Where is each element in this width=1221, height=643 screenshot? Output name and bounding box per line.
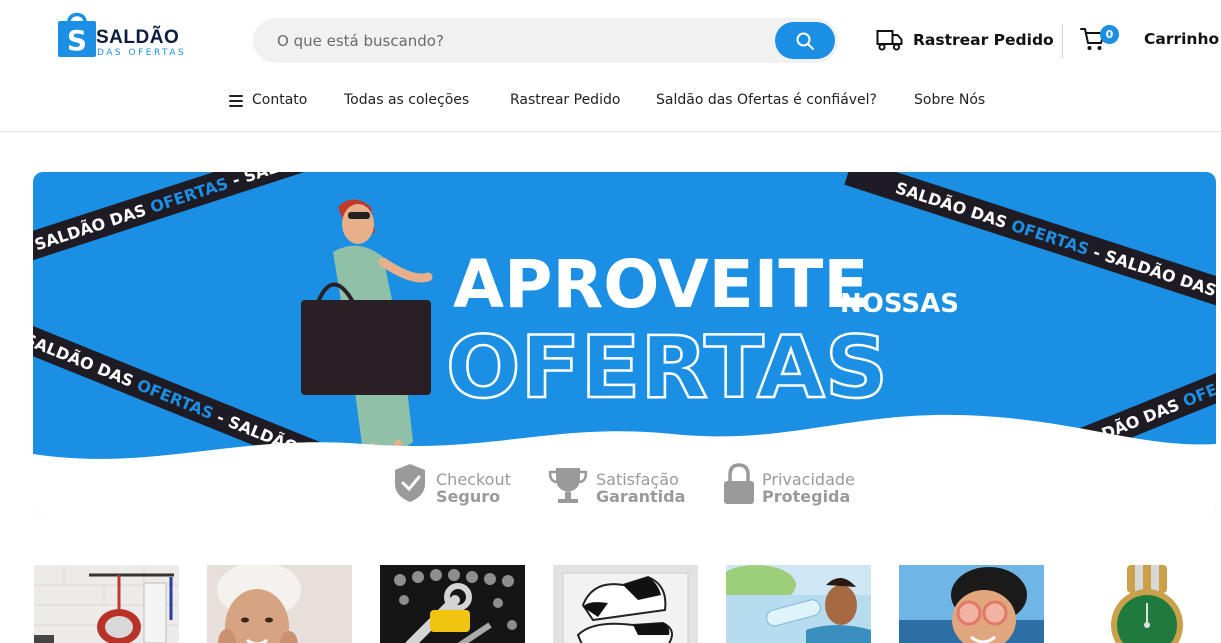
nav-item-confiavel[interactable]: Saldão das Ofertas é confiável?: [656, 92, 877, 108]
truck-icon: [876, 30, 903, 51]
product-tile-fitness[interactable]: [726, 565, 871, 643]
nav-item-colecoes[interactable]: Todas as coleções: [344, 92, 469, 108]
trust-badge-checkout: Checkout Seguro: [395, 464, 511, 506]
hero-banner-art: SALDÃO DAS OFERTAS - SALDÃO DAS OFERTAS …: [33, 172, 1216, 517]
banner-headline-1: APROVEITE: [453, 246, 868, 323]
brand-name-line2: DAS OFERTAS: [97, 48, 187, 58]
product-tile-kitchen[interactable]: [34, 565, 179, 643]
product-tile-kids-sunglasses[interactable]: [899, 565, 1044, 643]
product-tile-watch[interactable]: [1072, 565, 1217, 643]
svg-text:Garantida: Garantida: [596, 487, 685, 506]
search-bar: [253, 18, 838, 63]
product-tile-skincare[interactable]: [207, 565, 352, 643]
nav-item-contato[interactable]: Contato: [252, 92, 307, 108]
cart-count-badge: 0: [1100, 25, 1119, 44]
brand-name-line1: SALDÃO: [96, 27, 180, 48]
banner-headline-2: NOSSAS: [840, 289, 959, 319]
product-tile-tools[interactable]: [380, 565, 525, 643]
cart-label: Carrinho: [1144, 30, 1220, 48]
search-input[interactable]: [277, 18, 757, 63]
banner-headline-3: OFERTAS: [446, 318, 888, 418]
nav-item-sobre[interactable]: Sobre Nós: [914, 92, 985, 108]
product-tile-sneakers[interactable]: [553, 565, 698, 643]
trust-badge-satisfaction: Satisfação Garantida: [548, 468, 685, 506]
cart-link[interactable]: 0 Carrinho: [1080, 25, 1219, 52]
svg-text:Protegida: Protegida: [762, 487, 850, 506]
shopping-bag-logo-icon: S: [58, 12, 96, 57]
track-order-label: Rastrear Pedido: [913, 31, 1054, 49]
svg-text:Seguro: Seguro: [436, 487, 500, 506]
menu-icon[interactable]: [229, 95, 243, 107]
header-divider: [1062, 24, 1063, 58]
nav-item-rastrear[interactable]: Rastrear Pedido: [510, 92, 620, 108]
brand-logo[interactable]: S SALDÃO DAS OFERTAS: [55, 8, 190, 60]
search-button[interactable]: [775, 22, 835, 59]
track-order-link[interactable]: Rastrear Pedido: [876, 28, 1054, 52]
hero-banner[interactable]: SALDÃO DAS OFERTAS - SALDÃO DAS OFERTAS …: [33, 172, 1216, 517]
svg-text:S: S: [67, 24, 87, 57]
site-header: S SALDÃO DAS OFERTAS Rastrear Pedido 0: [0, 0, 1221, 132]
search-icon: [796, 32, 814, 50]
main-nav: Contato Todas as coleções Rastrear Pedid…: [0, 90, 1221, 116]
